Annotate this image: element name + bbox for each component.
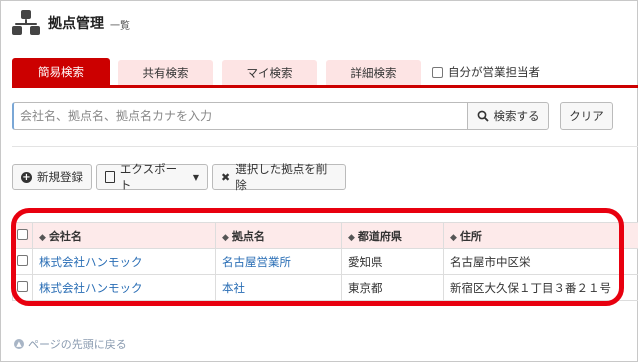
- search-icon: [477, 110, 489, 122]
- search-button[interactable]: 検索する: [467, 102, 549, 130]
- clear-button[interactable]: クリア: [560, 102, 613, 130]
- column-header-prefecture[interactable]: ◆ 都道府県: [341, 222, 444, 249]
- tab-advanced-search[interactable]: 詳細検索: [326, 60, 421, 86]
- table-row: 株式会社ハンモック 本社 東京都 新宿区大久保１丁目３番２１号: [12, 274, 638, 301]
- page-header: 拠点管理 一覧: [12, 8, 130, 38]
- back-to-top-link[interactable]: ▲ ページの先頭に戻る: [14, 336, 127, 352]
- locations-table: ◆ 会社名 ◆ 拠点名 ◆ 都道府県 ◆ 住所 株式会社ハンモック 名古屋営業所 愛知県…: [12, 222, 638, 301]
- sort-icon: ◆: [348, 232, 355, 243]
- search-tabs: 簡易検索 共有検索 マイ検索 詳細検索: [12, 58, 638, 86]
- address-cell: 名古屋市中区栄: [443, 248, 638, 275]
- column-header-address[interactable]: ◆ 住所: [443, 222, 638, 249]
- select-all-checkbox[interactable]: [17, 228, 28, 240]
- new-register-label: 新規登録: [37, 170, 83, 184]
- row-checkbox[interactable]: [17, 280, 28, 292]
- location-link[interactable]: 本社: [215, 274, 342, 301]
- delete-selected-label: 選択した拠点を削除: [235, 162, 328, 192]
- delete-selected-button[interactable]: ✖ 選択した拠点を削除: [212, 162, 346, 192]
- export-button[interactable]: エクスポート ▼: [96, 162, 208, 192]
- column-header-company[interactable]: ◆ 会社名: [32, 222, 216, 249]
- chevron-down-icon: ▼: [192, 172, 199, 182]
- sort-icon: ◆: [39, 232, 46, 243]
- row-checkbox[interactable]: [17, 254, 28, 266]
- close-icon: ✖: [221, 170, 231, 184]
- tab-simple-search[interactable]: 簡易検索: [12, 58, 110, 86]
- search-button-label: 検索する: [493, 109, 540, 123]
- select-all-cell: [12, 222, 33, 249]
- new-register-button[interactable]: + 新規登録: [12, 164, 92, 190]
- own-sales-label: 自分が営業担当者: [448, 65, 540, 79]
- export-label: エクスポート: [119, 162, 178, 192]
- arrow-up-icon: ▲: [14, 339, 24, 349]
- sort-icon: ◆: [222, 232, 229, 243]
- own-sales-checkbox[interactable]: [432, 66, 443, 78]
- search-input[interactable]: [12, 102, 468, 130]
- sort-icon: ◆: [450, 232, 457, 243]
- table-row: 株式会社ハンモック 名古屋営業所 愛知県 名古屋市中区栄: [12, 248, 638, 275]
- address-cell: 新宿区大久保１丁目３番２１号: [443, 274, 638, 301]
- tab-my-search[interactable]: マイ検索: [222, 60, 317, 86]
- tab-underline: [12, 85, 638, 88]
- plus-circle-icon: +: [21, 171, 32, 183]
- prefecture-cell: 愛知県: [341, 248, 444, 275]
- export-document-icon: [105, 171, 115, 183]
- page-title: 拠点管理: [48, 16, 104, 32]
- company-link[interactable]: 株式会社ハンモック: [32, 274, 216, 301]
- back-to-top-label: ページの先頭に戻る: [28, 338, 127, 351]
- office-building-icon: [12, 10, 40, 36]
- tab-shared-search[interactable]: 共有検索: [118, 60, 213, 86]
- column-header-location[interactable]: ◆ 拠点名: [215, 222, 342, 249]
- row-select-cell: [12, 274, 33, 301]
- row-select-cell: [12, 248, 33, 275]
- location-link[interactable]: 名古屋営業所: [215, 248, 342, 275]
- table-header-row: ◆ 会社名 ◆ 拠点名 ◆ 都道府県 ◆ 住所: [12, 222, 638, 249]
- page-subtitle: 一覧: [110, 21, 130, 32]
- section-divider: [12, 146, 638, 147]
- own-sales-filter[interactable]: 自分が営業担当者: [432, 64, 540, 80]
- company-link[interactable]: 株式会社ハンモック: [32, 248, 216, 275]
- prefecture-cell: 東京都: [341, 274, 444, 301]
